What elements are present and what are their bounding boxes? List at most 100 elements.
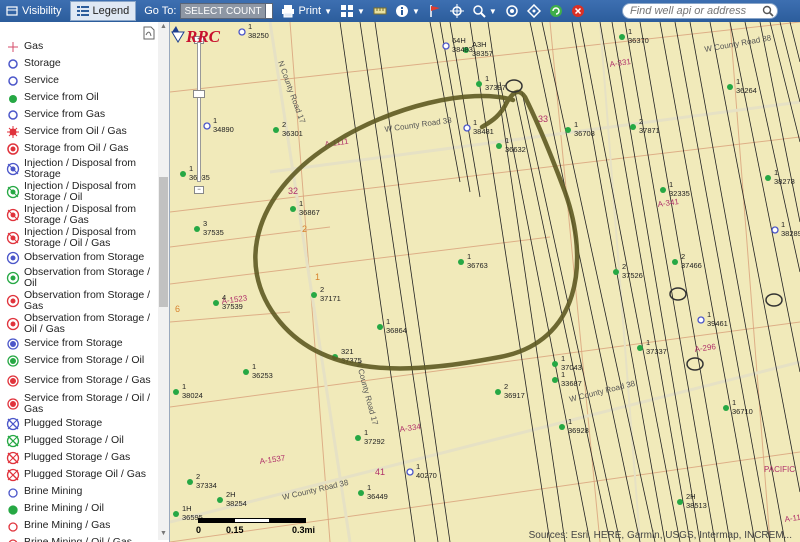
well-marker[interactable] xyxy=(173,511,179,517)
well-api: 36928 xyxy=(568,426,589,435)
zoom-out-button[interactable]: − xyxy=(194,186,204,194)
well-marker[interactable] xyxy=(180,171,186,177)
well-marker[interactable] xyxy=(217,497,223,503)
well-marker[interactable] xyxy=(495,389,501,395)
magnifier-icon xyxy=(473,5,486,18)
well-marker[interactable] xyxy=(637,345,643,351)
well-marker[interactable] xyxy=(496,143,502,149)
well-marker[interactable] xyxy=(619,34,625,40)
printer-icon xyxy=(282,5,295,18)
service-storage-icon xyxy=(7,337,19,350)
well-marker[interactable] xyxy=(765,175,771,181)
full-extent-button[interactable] xyxy=(505,4,519,18)
tab-visibility[interactable]: Visibility xyxy=(0,1,68,21)
legend-item: Brine Mining / Oil / Gas xyxy=(0,534,158,542)
search-icon[interactable] xyxy=(762,5,774,17)
well-marker[interactable] xyxy=(406,468,414,476)
county-dropdown-button[interactable] xyxy=(265,3,274,19)
survey-line xyxy=(170,236,551,285)
well-number: 2H xyxy=(226,490,236,499)
survey-label: A-334 xyxy=(399,422,422,434)
well-marker[interactable] xyxy=(476,81,482,87)
well-marker[interactable] xyxy=(458,259,464,265)
legend-item: Plugged Storage / Oil xyxy=(0,432,158,449)
well-marker[interactable] xyxy=(672,259,678,265)
chevron-down-icon: ▼ xyxy=(324,6,333,16)
well-marker[interactable] xyxy=(290,206,296,212)
clear-button[interactable] xyxy=(571,4,585,18)
well-api: 37526 xyxy=(622,271,643,280)
zoom-tool-button[interactable]: ▼ xyxy=(472,4,497,18)
well-number: 2H xyxy=(686,492,696,501)
well-number: 1 xyxy=(669,180,673,189)
well-number: 1 xyxy=(189,164,193,173)
well-number: A3H xyxy=(472,40,487,49)
locate-button[interactable] xyxy=(449,4,464,18)
legend-item: Injection / Disposal from Storage / Oil … xyxy=(0,226,158,249)
well-marker[interactable] xyxy=(697,316,705,324)
well-marker[interactable] xyxy=(442,42,450,50)
well-marker[interactable] xyxy=(243,369,249,375)
refresh-button[interactable] xyxy=(549,4,563,18)
legend-item-label: Injection / Disposal from Storage / Gas xyxy=(24,202,137,226)
well-marker[interactable] xyxy=(565,127,571,133)
zoom-slider[interactable]: + − xyxy=(193,36,205,196)
well-marker[interactable] xyxy=(613,269,619,275)
measure-button[interactable] xyxy=(373,4,387,18)
well-marker[interactable] xyxy=(463,124,471,132)
info-button[interactable]: ▼ xyxy=(395,4,420,18)
well-marker[interactable] xyxy=(238,28,246,36)
scrollbar-thumb[interactable] xyxy=(159,177,168,307)
zoom-track[interactable] xyxy=(197,42,201,182)
zoom-knob[interactable] xyxy=(193,90,205,98)
well-pad-icon xyxy=(505,79,523,93)
flag-button[interactable] xyxy=(428,4,442,18)
well-marker[interactable] xyxy=(660,187,666,193)
well-marker[interactable] xyxy=(677,499,683,505)
well-api: 38250 xyxy=(248,31,269,40)
well-marker[interactable] xyxy=(771,226,779,234)
storage-icon xyxy=(8,58,18,69)
well-marker[interactable] xyxy=(630,124,636,130)
wellbore-line xyxy=(599,22,691,542)
map-view[interactable]: N County Road 17 W County Road 38 W County… xyxy=(170,22,800,542)
wellbore-line xyxy=(759,22,800,223)
search-input[interactable] xyxy=(622,3,778,19)
well-marker[interactable] xyxy=(203,122,211,130)
well-marker[interactable] xyxy=(187,479,193,485)
scroll-up-icon[interactable]: ▲ xyxy=(159,23,168,32)
well-marker[interactable] xyxy=(358,490,364,496)
pan-button[interactable] xyxy=(526,4,541,18)
well-marker[interactable] xyxy=(194,226,200,232)
scroll-down-icon[interactable]: ▼ xyxy=(159,530,168,539)
basemap-button[interactable]: ▼ xyxy=(340,4,365,18)
tab-legend-label: Legend xyxy=(92,5,130,17)
legend-panel: ✕ GasStorageServiceService from OilServi… xyxy=(0,22,170,542)
well-marker[interactable] xyxy=(552,361,558,367)
well-marker[interactable] xyxy=(213,300,219,306)
road-label: W County Road 38 xyxy=(281,478,349,502)
well-marker[interactable] xyxy=(273,127,279,133)
scale-label-0: 0 xyxy=(196,525,202,535)
well-marker[interactable] xyxy=(552,377,558,383)
map-canvas[interactable]: N County Road 17 W County Road 38 W County… xyxy=(170,22,800,542)
well-number: 1 xyxy=(568,417,572,426)
well-marker[interactable] xyxy=(377,324,383,330)
well-marker[interactable] xyxy=(727,84,733,90)
scale-segment xyxy=(234,518,270,523)
legend-item: Observation from Storage / Oil / Gas xyxy=(0,312,158,335)
info-icon xyxy=(395,5,408,17)
section-label: 1 xyxy=(315,272,320,282)
well-marker[interactable] xyxy=(355,435,361,441)
well-marker[interactable] xyxy=(173,389,179,395)
well-marker[interactable] xyxy=(723,405,729,411)
well-marker[interactable] xyxy=(311,292,317,298)
well-number: 1H xyxy=(182,504,192,513)
well-marker[interactable] xyxy=(559,424,565,430)
tab-legend[interactable]: Legend xyxy=(69,1,137,21)
legend-item-label: Brine Mining / Gas xyxy=(24,519,111,531)
county-select[interactable] xyxy=(180,3,267,19)
injection-storage-icon xyxy=(6,162,20,175)
legend-scrollbar[interactable]: ▲ ▼ xyxy=(158,22,169,540)
print-button[interactable]: Print ▼ xyxy=(281,4,332,18)
